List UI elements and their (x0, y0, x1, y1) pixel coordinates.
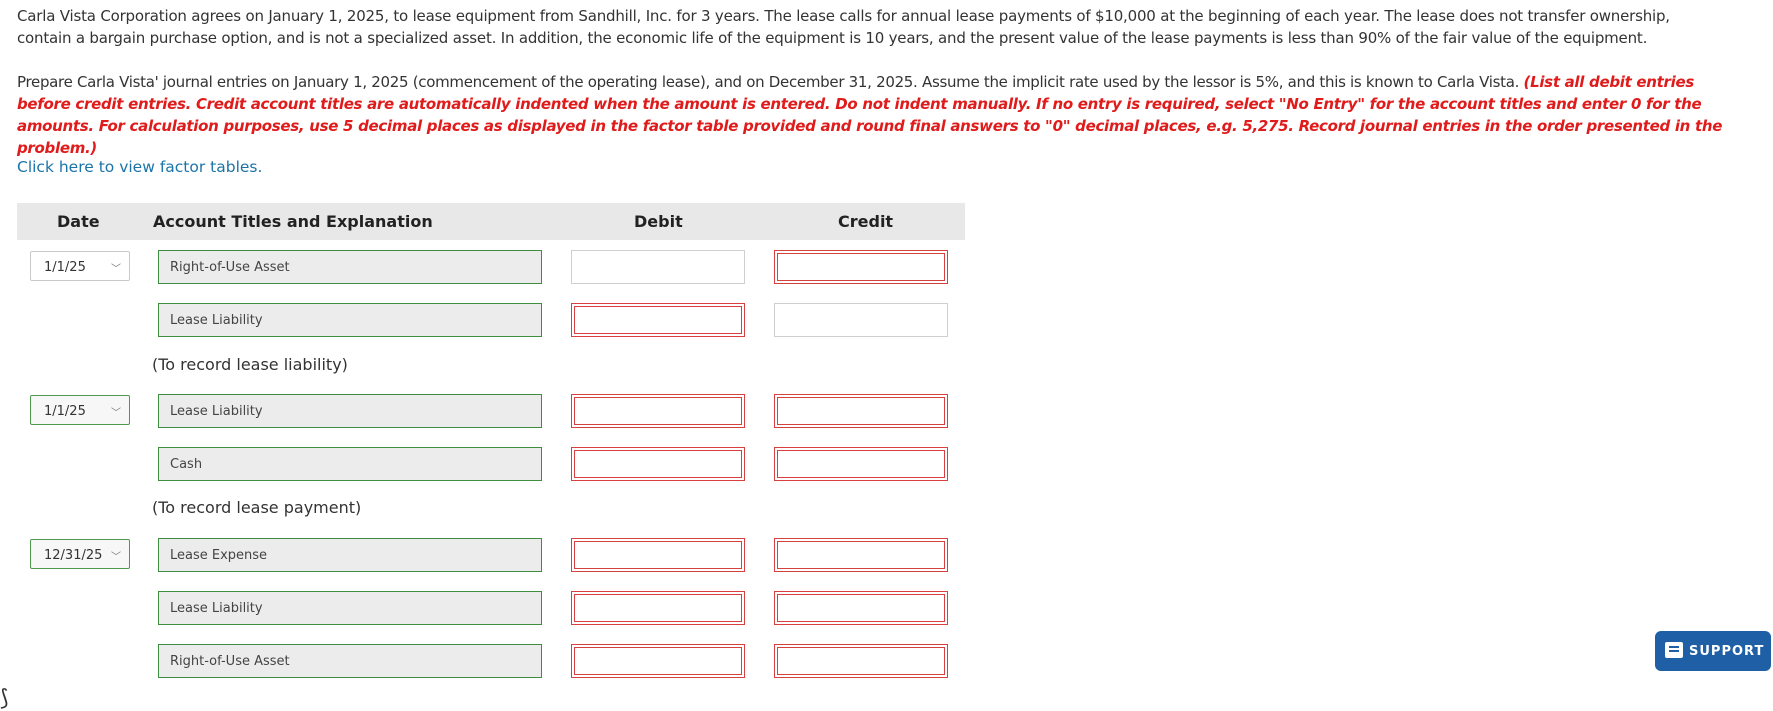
header-date: Date (57, 212, 100, 231)
debit-input[interactable] (571, 447, 745, 481)
account-title-field[interactable]: Right-of-Use Asset (158, 644, 542, 678)
credit-input[interactable] (774, 644, 948, 678)
support-label: SUPPORT (1689, 644, 1765, 659)
journal-row: 12/31/25 ﹀ Lease Expense (17, 538, 977, 572)
debit-input[interactable] (571, 250, 745, 284)
credit-input[interactable] (774, 250, 948, 284)
support-button[interactable]: SUPPORT (1655, 631, 1771, 671)
debit-input[interactable] (571, 303, 745, 337)
credit-input[interactable] (774, 538, 948, 572)
debit-input[interactable] (571, 644, 745, 678)
credit-input[interactable] (774, 394, 948, 428)
chevron-down-icon: ﹀ (111, 264, 121, 275)
account-title-field[interactable]: Cash (158, 447, 542, 481)
journal-row: 1/1/25 ﹀ Lease Liability (17, 394, 977, 428)
account-title-field[interactable]: Lease Liability (158, 394, 542, 428)
header-debit: Debit (634, 212, 683, 231)
journal-row: Lease Liability (17, 591, 977, 625)
entry-explanation: (To record lease liability) (152, 355, 348, 374)
credit-input[interactable] (774, 303, 948, 337)
problem-statement: Carla Vista Corporation agrees on Januar… (17, 7, 1670, 47)
debit-input[interactable] (571, 591, 745, 625)
journal-row: Cash (17, 447, 977, 481)
header-credit: Credit (838, 212, 894, 231)
debit-input[interactable] (571, 538, 745, 572)
credit-input[interactable] (774, 447, 948, 481)
header-account: Account Titles and Explanation (153, 212, 433, 231)
journal-table-header: Date Account Titles and Explanation Debi… (17, 203, 965, 240)
journal-row: Right-of-Use Asset (17, 644, 977, 678)
date-value: 1/1/25 (44, 260, 86, 275)
instructions-text: Prepare Carla Vista' journal entries on … (17, 73, 1524, 91)
journal-row: 1/1/25 ﹀ Right-of-Use Asset (17, 250, 977, 284)
factor-tables-link[interactable]: Click here to view factor tables. (17, 158, 262, 176)
debit-input[interactable] (571, 394, 745, 428)
account-title-field[interactable]: Lease Expense (158, 538, 542, 572)
instructions: Prepare Carla Vista' journal entries on … (17, 71, 1737, 159)
account-title-field[interactable]: Lease Liability (158, 303, 542, 337)
entry-explanation: (To record lease payment) (152, 498, 362, 517)
date-select[interactable]: 1/1/25 ﹀ (30, 251, 130, 281)
credit-input[interactable] (774, 591, 948, 625)
chevron-down-icon: ﹀ (111, 552, 121, 563)
date-select[interactable]: 1/1/25 ﹀ (30, 395, 130, 425)
date-value: 12/31/25 (44, 548, 103, 563)
account-title-field[interactable]: Right-of-Use Asset (158, 250, 542, 284)
account-title-field[interactable]: Lease Liability (158, 591, 542, 625)
mouse-cursor-icon: ⟆ (0, 686, 9, 711)
date-value: 1/1/25 (44, 404, 86, 419)
date-select[interactable]: 12/31/25 ﹀ (30, 539, 130, 569)
chevron-down-icon: ﹀ (111, 408, 121, 419)
chat-icon (1665, 642, 1683, 658)
journal-row: Lease Liability (17, 303, 977, 337)
